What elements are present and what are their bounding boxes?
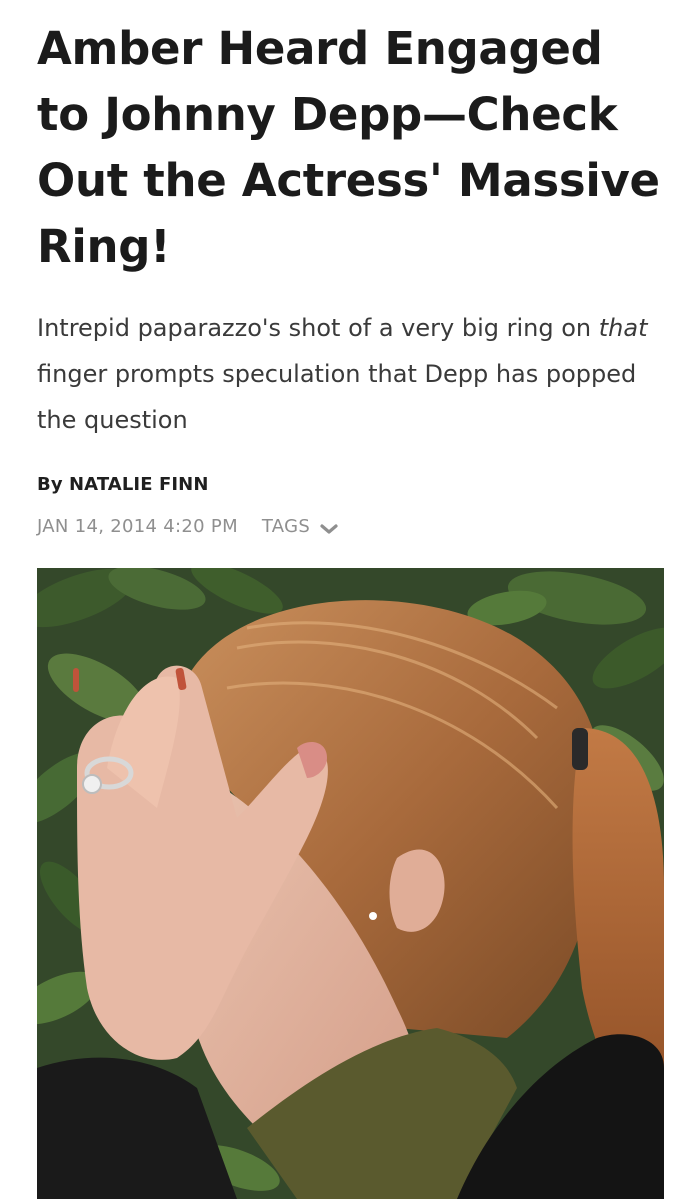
tags-toggle[interactable]: TAGS <box>262 516 339 537</box>
article: Amber Heard Engaged to Johnny Depp—Check… <box>37 0 667 537</box>
dek-text-after: finger prompts speculation that Depp has… <box>37 360 637 434</box>
publish-date: JAN 14, 2014 4:20 PM <box>37 516 238 537</box>
photo-of-woman-covering-face <box>37 568 664 1199</box>
headline: Amber Heard Engaged to Johnny Depp—Check… <box>37 22 660 273</box>
article-meta: JAN 14, 2014 4:20 PM TAGS <box>37 516 667 537</box>
dek-text-before: Intrepid paparazzo's shot of a very big … <box>37 314 599 342</box>
tags-label: TAGS <box>261 516 311 537</box>
chevron-down-icon <box>319 520 339 534</box>
article-photo[interactable] <box>37 568 664 1199</box>
dek-emphasis: that <box>598 314 648 342</box>
article-dek: Intrepid paparazzo's shot of a very big … <box>37 305 667 443</box>
byline[interactable]: By NATALIE FINN <box>37 474 667 495</box>
